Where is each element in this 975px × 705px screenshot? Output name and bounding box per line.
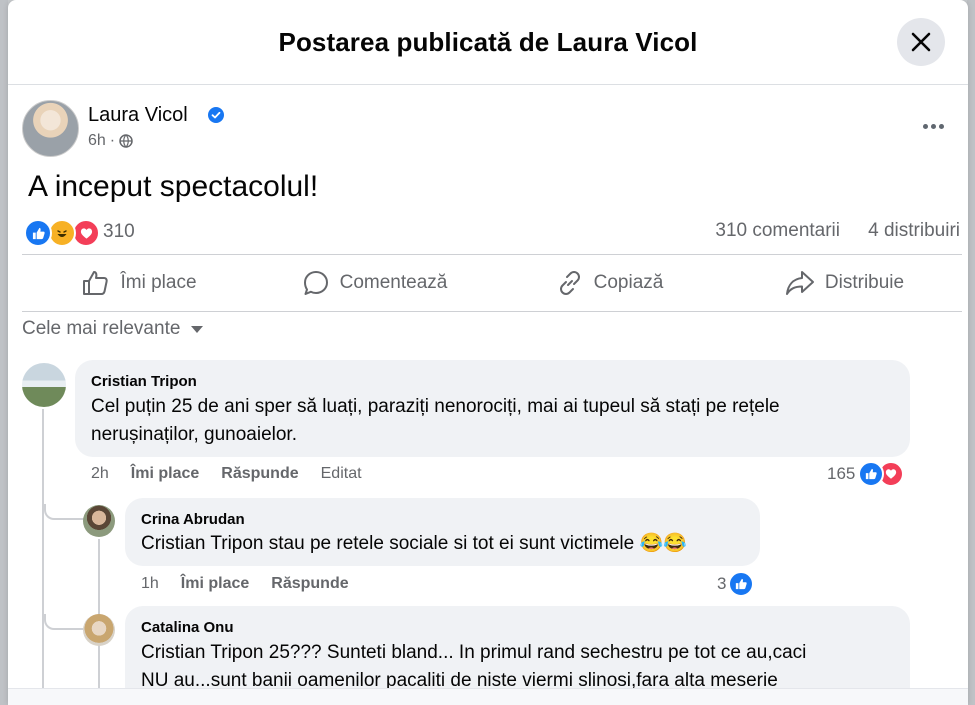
reply-text-line1: Cristian Tripon 25??? Sunteti bland... I… [141,639,806,667]
link-icon [559,271,580,295]
dot-icon [938,123,944,129]
like-label: Îmi place [120,272,197,293]
comment-button[interactable]: Comentează [257,255,492,311]
edited-label: Editat [320,465,362,482]
reply-bubble: Crina Abrudan Cristian Tripon stau pe re… [125,498,760,566]
post-time[interactable]: 6h [88,132,106,150]
globe-icon [119,134,133,148]
author-avatar[interactable] [22,100,79,157]
mentioned-user-link[interactable]: Cristian Tripon [141,533,264,554]
comment-bubble: Cristian Tripon Cel puțin 25 de ani sper… [75,360,910,457]
post-actions: Îmi place Comentează Copiază Distribuie [22,254,962,312]
caret-down-icon [191,326,204,333]
comment-meta: 2h Îmi place Răspunde Editat [91,465,362,483]
commenter-avatar[interactable] [22,363,66,407]
close-icon [911,32,931,52]
comment-text-line1: Cel puțin 25 de ani sper să luați, paraz… [91,396,780,417]
comment-reactions[interactable]: 165 [827,461,905,487]
post-header: Laura Vicol 6h · [22,100,962,160]
reply-like-button[interactable]: Îmi place [181,575,249,593]
comment-text-line2: nerușinaților, gunoaielor. [91,424,297,445]
commenter-name[interactable]: Catalina Onu [141,619,234,636]
like-reaction-icon [24,219,52,247]
shares-count[interactable]: 4 distribuiri [868,220,960,242]
reply-time[interactable]: 1h [141,575,159,593]
background-right [967,0,975,705]
reply-text-content: 25??? Sunteti bland... In primul rand se… [263,642,807,663]
copy-link-button[interactable]: Copiază [492,255,727,311]
comments-count[interactable]: 310 comentarii [715,220,840,242]
mentioned-user-link[interactable]: Cristian Tripon [141,642,264,663]
reply-reaction-count: 3 [717,574,727,593]
post-dialog: Postarea publicată de Laura Vicol Laura … [8,0,968,705]
copy-label: Copiază [593,272,664,293]
reaction-icons[interactable] [24,219,104,247]
commenter-name[interactable]: Cristian Tripon [91,373,197,390]
reactions-count[interactable]: 310 [103,221,135,243]
thumbs-up-icon [83,271,109,295]
reply-reply-button[interactable]: Răspunde [271,575,348,593]
sort-label: Cele mai relevante [22,318,181,339]
reply-connector [44,504,84,520]
reply-meta: 1h Îmi place Răspunde [141,575,349,593]
verified-badge-icon [208,107,224,123]
dialog-header: Postarea publicată de Laura Vicol [8,0,968,85]
more-options-button[interactable] [918,114,948,138]
like-button[interactable]: Îmi place [22,255,257,311]
commenter-avatar[interactable] [83,614,115,646]
author-name[interactable]: Laura Vicol [88,104,188,127]
like-reaction-icon [728,571,755,597]
share-button[interactable]: Distribuie [727,255,962,311]
commenter-avatar[interactable] [83,505,115,537]
share-icon [785,271,814,295]
post-meta: 6h · [88,132,133,150]
comment-reaction-count: 165 [827,464,856,483]
comment-icon [303,271,328,295]
background-left [0,0,8,705]
love-reaction-icon [72,219,100,247]
dialog-title: Postarea publicată de Laura Vicol [278,27,698,57]
thread-line [42,409,44,699]
comment-like-button[interactable]: Îmi place [131,465,199,483]
like-reaction-icon [858,461,885,487]
reply-text: Cristian Tripon stau pe retele sociale s… [141,530,687,558]
comment-time[interactable]: 2h [91,465,109,483]
reactions-summary: 310 310 comentarii 4 distribuiri [22,216,962,247]
comment-sort-dropdown[interactable]: Cele mai relevante [22,318,204,340]
reply-text-content: stau pe retele sociale si tot ei sunt vi… [263,533,640,554]
dot-icon [930,123,936,129]
comment-reply-button[interactable]: Răspunde [221,465,298,483]
dot-icon [922,123,928,129]
commenter-name[interactable]: Crina Abrudan [141,511,245,528]
comment-label: Comentează [339,272,448,293]
meta-separator: · [109,132,116,149]
haha-reaction-icon [48,219,76,247]
dialog-footer [8,688,968,705]
laughing-emoji-icon: 😂😂 [639,533,687,554]
post-text: A inceput spectacolul! [28,170,319,203]
close-button[interactable] [897,18,945,66]
share-label: Distribuie [824,272,905,293]
reply-reactions[interactable]: 3 [717,571,755,597]
reply-connector [44,614,84,630]
